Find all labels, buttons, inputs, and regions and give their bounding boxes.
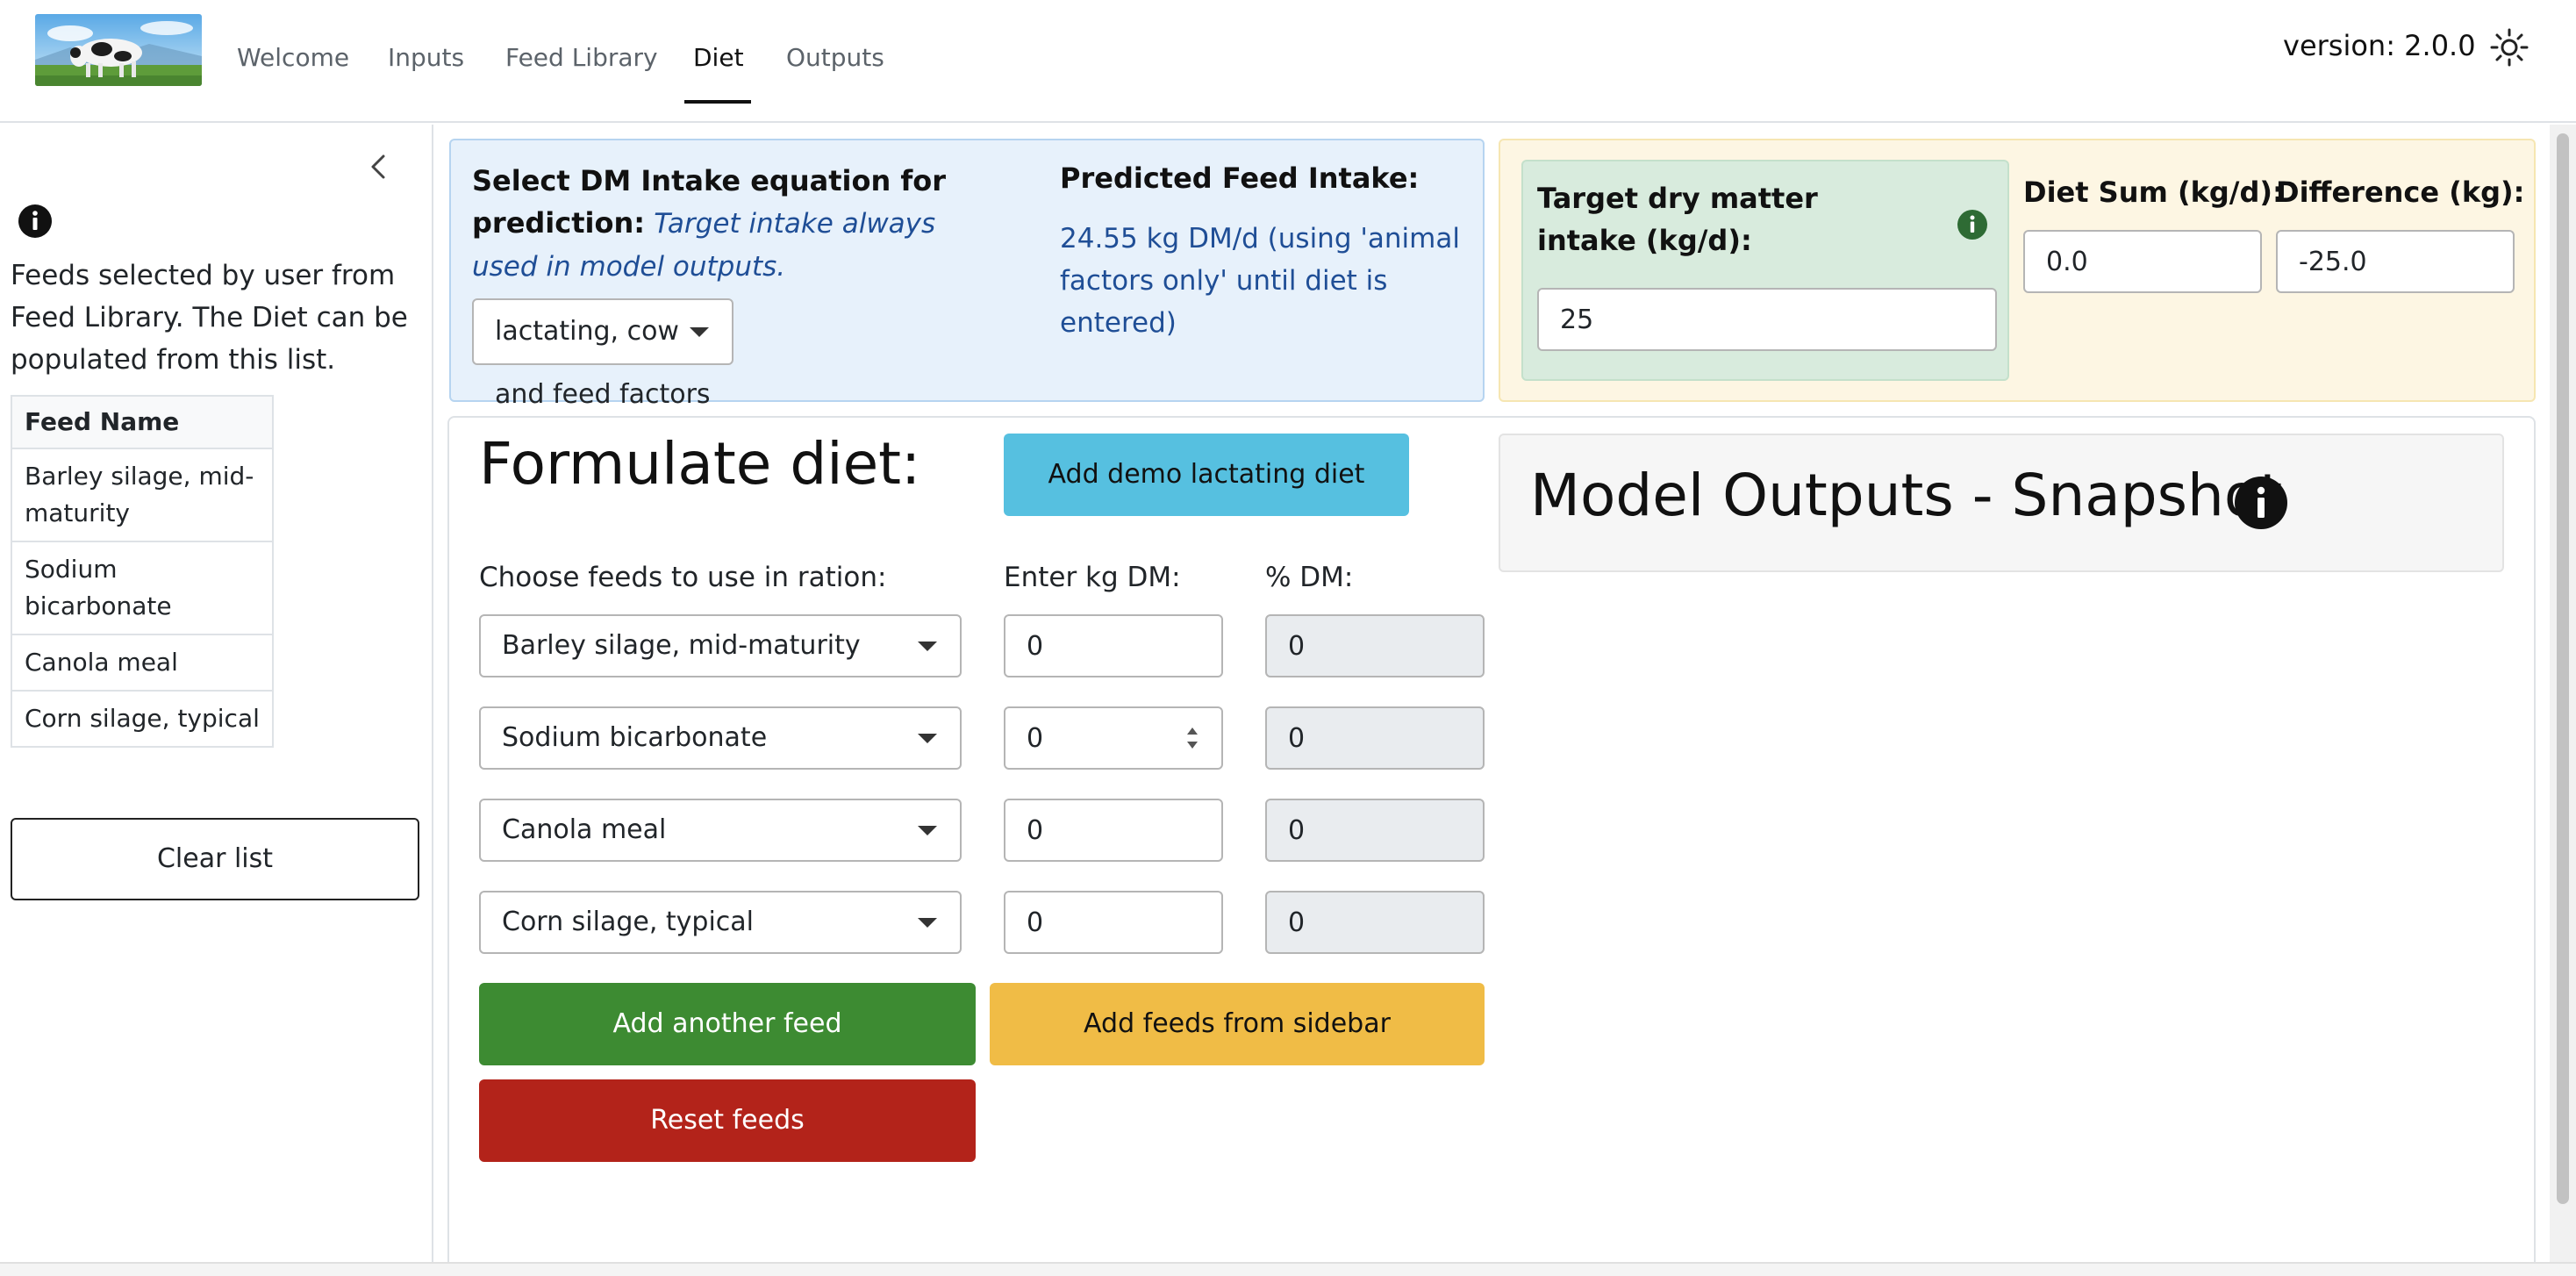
- target-dmi-input[interactable]: 25: [1537, 288, 1997, 351]
- feed-select-4[interactable]: Corn silage, typical: [479, 891, 962, 954]
- pct-dm-value: 0: [1288, 630, 1306, 662]
- dmi-equation-select[interactable]: lactating, cow and feed factors: [472, 298, 733, 410]
- kg-dm-input-1[interactable]: 0: [1004, 614, 1223, 677]
- chevron-down-icon: [918, 642, 937, 651]
- bottom-underlay: [0, 1262, 2576, 1276]
- page-scrollbar[interactable]: [2550, 125, 2576, 1265]
- feed-select-3[interactable]: Canola meal: [479, 799, 962, 862]
- app-logo[interactable]: [35, 14, 202, 86]
- feed-cell: Sodium bicarbonate: [11, 541, 274, 635]
- top-navbar: Welcome Inputs Feed Library Diet Outputs…: [0, 0, 2576, 123]
- feed-cell: Corn silage, typical: [11, 690, 274, 748]
- selected-feeds-table: Feed Name Barley silage, mid-maturity So…: [11, 395, 274, 748]
- pct-dm-field-1: 0: [1265, 614, 1485, 677]
- diet-sum-value: 0.0: [2046, 246, 2088, 277]
- table-row[interactable]: Canola meal: [11, 634, 274, 692]
- difference-label: Difference (kg):: [2276, 176, 2525, 209]
- chevron-left-icon[interactable]: [361, 149, 397, 184]
- target-dmi-box: Target dry matter intake (kg/d): 25: [1521, 160, 2009, 381]
- kg-dm-label: Enter kg DM:: [1004, 562, 1181, 593]
- chevron-down-icon: [918, 826, 937, 835]
- add-another-feed-button[interactable]: Add another feed: [479, 983, 976, 1065]
- kg-dm-input-2[interactable]: 0: [1004, 706, 1223, 770]
- pct-dm-field-3: 0: [1265, 799, 1485, 862]
- feed-name-header: Feed Name: [11, 395, 274, 449]
- table-row[interactable]: Sodium bicarbonate: [11, 541, 274, 635]
- chevron-down-icon: [690, 327, 709, 337]
- intake-target-panel: Target dry matter intake (kg/d): 25 Diet…: [1499, 139, 2536, 402]
- feed-select-value: Canola meal: [502, 814, 667, 845]
- pct-dm-value: 0: [1288, 907, 1306, 938]
- feed-cell: Canola meal: [11, 634, 274, 692]
- feed-select-value: Corn silage, typical: [502, 907, 755, 937]
- info-icon[interactable]: [2234, 476, 2288, 530]
- add-demo-diet-button[interactable]: Add demo lactating diet: [1004, 434, 1409, 516]
- chevron-down-icon: [918, 918, 937, 928]
- pct-dm-field-2: 0: [1265, 706, 1485, 770]
- difference-field[interactable]: -25.0: [2276, 230, 2515, 293]
- nav-feed-library[interactable]: Feed Library: [505, 40, 658, 75]
- kg-dm-input-3[interactable]: 0: [1004, 799, 1223, 862]
- clear-list-button[interactable]: Clear list: [11, 818, 419, 900]
- dmi-equation-panel: Select DM Intake equation for prediction…: [449, 139, 1485, 410]
- model-outputs-snapshot: Model Outputs - Snapshot: [1499, 434, 2504, 572]
- table-row[interactable]: Corn silage, typical: [11, 690, 274, 748]
- feed-select-1[interactable]: Barley silage, mid-maturity: [479, 614, 962, 677]
- predicted-intake-value: 24.55 kg DM/d (using 'animal factors onl…: [1060, 223, 1460, 339]
- predicted-intake-title: Predicted Feed Intake:: [1060, 161, 1420, 195]
- feed-select-value: Barley silage, mid-maturity: [502, 630, 861, 661]
- diet-sum-field[interactable]: 0.0: [2023, 230, 2262, 293]
- choose-feeds-label: Choose feeds to use in ration:: [479, 562, 887, 593]
- kg-dm-input-4[interactable]: 0: [1004, 891, 1223, 954]
- pct-dm-field-4: 0: [1265, 891, 1485, 954]
- feed-cell: Barley silage, mid-maturity: [11, 448, 274, 542]
- scrollbar-thumb[interactable]: [2557, 133, 2569, 1204]
- info-icon[interactable]: [1957, 209, 1988, 240]
- pct-dm-label: % DM:: [1265, 562, 1354, 593]
- feed-select-value: Sodium bicarbonate: [502, 722, 768, 753]
- active-tab-indicator: [684, 100, 751, 104]
- nav-welcome[interactable]: Welcome: [237, 40, 349, 75]
- kg-dm-value: 0: [1027, 907, 1044, 938]
- chevron-down-icon: [918, 734, 937, 743]
- diet-sum-label: Diet Sum (kg/d):: [2023, 176, 2284, 209]
- difference-value: -25.0: [2299, 246, 2367, 277]
- pct-dm-value: 0: [1288, 722, 1306, 754]
- kg-dm-value: 0: [1027, 630, 1044, 662]
- target-dmi-value: 25: [1560, 304, 1594, 335]
- target-dmi-label: Target dry matter intake (kg/d):: [1537, 182, 1818, 257]
- info-icon[interactable]: [18, 204, 53, 239]
- nav-outputs[interactable]: Outputs: [786, 40, 884, 75]
- sun-icon[interactable]: [2488, 26, 2530, 68]
- pct-dm-value: 0: [1288, 814, 1306, 846]
- feed-select-2[interactable]: Sodium bicarbonate: [479, 706, 962, 770]
- add-feeds-from-sidebar-button[interactable]: Add feeds from sidebar: [990, 983, 1485, 1065]
- sidebar-description: Feeds selected by user from Feed Library…: [11, 260, 408, 376]
- kg-dm-value: 0: [1027, 722, 1044, 754]
- nav-diet[interactable]: Diet: [693, 40, 744, 75]
- dmi-equation-label: Select DM Intake equation for prediction…: [472, 160, 981, 288]
- feed-sidebar: Feeds selected by user from Feed Library…: [0, 125, 433, 1265]
- formulate-title: Formulate diet:: [479, 430, 921, 498]
- kg-dm-value: 0: [1027, 814, 1044, 846]
- version-label: version: 2.0.0: [2283, 29, 2476, 62]
- dmi-equation-value: lactating, cow and feed factors: [495, 316, 711, 410]
- table-row[interactable]: Barley silage, mid-maturity: [11, 448, 274, 542]
- snapshot-title: Model Outputs - Snapshot: [1530, 462, 2283, 529]
- nav-inputs[interactable]: Inputs: [388, 40, 464, 75]
- stepper-arrows-icon[interactable]: [1183, 722, 1202, 754]
- reset-feeds-button[interactable]: Reset feeds: [479, 1079, 976, 1162]
